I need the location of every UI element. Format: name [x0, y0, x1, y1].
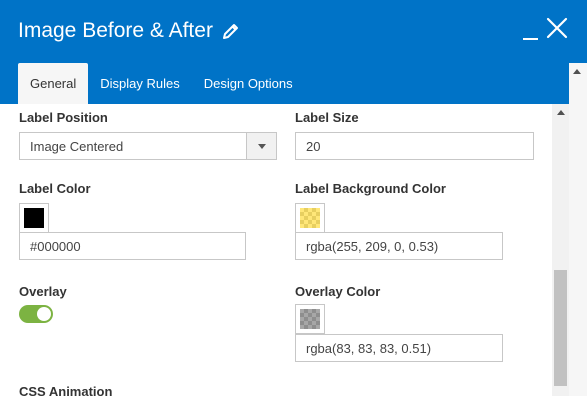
tab-design-options[interactable]: Design Options [192, 63, 305, 104]
label-size-input[interactable]: 20 [295, 132, 534, 160]
dialog-title: Image Before & After [18, 19, 241, 43]
overlay-toggle[interactable] [19, 305, 53, 323]
chevron-down-icon[interactable] [246, 133, 276, 159]
scrollbar[interactable] [552, 104, 569, 396]
outer-scrollbar [569, 0, 587, 396]
label-bg-color-input[interactable]: rgba(255, 209, 0, 0.53) [295, 232, 503, 260]
overlay-label: Overlay [19, 284, 67, 299]
label-bg-color-swatch[interactable] [295, 203, 325, 233]
form-content: Label Position Image Centered Label Size… [0, 104, 568, 396]
pencil-icon[interactable] [221, 21, 241, 41]
label-position-value: Image Centered [30, 138, 124, 154]
label-position-select[interactable]: Image Centered [19, 132, 277, 160]
tab-bar: General Display Rules Design Options [18, 63, 305, 104]
dialog-title-text: Image Before & After [18, 19, 213, 42]
scroll-thumb[interactable] [554, 270, 567, 386]
overlay-color-input[interactable]: rgba(83, 83, 83, 0.51) [295, 334, 503, 362]
label-bg-color-label: Label Background Color [295, 181, 446, 196]
label-color-label: Label Color [19, 181, 91, 196]
tab-general[interactable]: General [18, 63, 89, 104]
overlay-color-label: Overlay Color [295, 284, 381, 299]
outer-scroll-up-icon[interactable] [573, 69, 581, 74]
tab-display-rules[interactable]: Display Rules [88, 63, 191, 104]
overlay-color-swatch[interactable] [295, 304, 325, 334]
label-color-swatch[interactable] [19, 203, 49, 233]
close-icon[interactable] [545, 16, 569, 40]
label-size-label: Label Size [295, 110, 359, 125]
toggle-knob [37, 307, 51, 321]
label-color-input[interactable]: #000000 [19, 232, 246, 260]
label-position-label: Label Position [19, 110, 108, 125]
dialog-header: Image Before & After General Display Rul… [0, 0, 587, 104]
scroll-up-icon[interactable] [552, 104, 569, 121]
css-animation-label: CSS Animation [19, 384, 113, 396]
minimize-icon[interactable] [522, 16, 540, 40]
